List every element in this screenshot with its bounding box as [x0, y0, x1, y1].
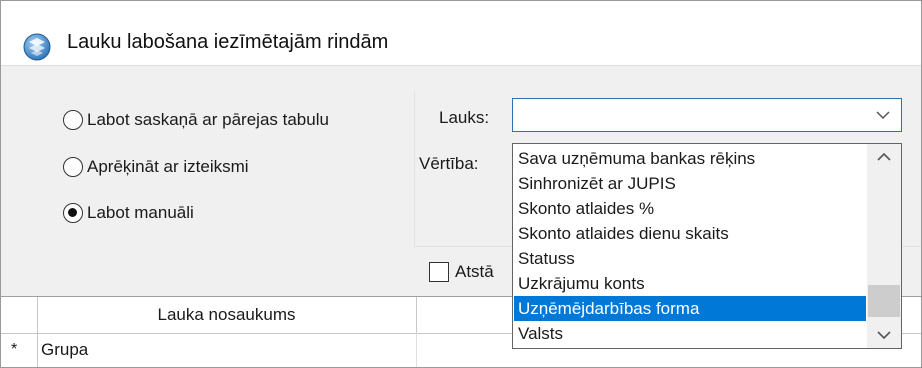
- scroll-up-arrow-icon[interactable]: [867, 144, 901, 170]
- app-globe-icon: [23, 33, 51, 61]
- field-combobox[interactable]: [512, 98, 902, 132]
- dialog-body: Labot saskaņā ar pārejas tabulu Aprēķinā…: [1, 65, 921, 367]
- radio-transition-table[interactable]: Labot saskaņā ar pārejas tabulu: [63, 107, 329, 133]
- radio-label: Labot manuāli: [87, 203, 194, 222]
- new-row-marker: *: [11, 341, 18, 358]
- dropdown-item[interactable]: Valsts: [514, 321, 866, 346]
- dropdown-item[interactable]: Skonto atlaides dienu skaits: [514, 221, 866, 246]
- radio-circle[interactable]: [63, 110, 83, 130]
- dropdown-scrollbar[interactable]: [867, 144, 901, 348]
- chevron-down-icon[interactable]: [873, 105, 893, 125]
- radio-label: Aprēķināt ar izteiksmi: [87, 157, 249, 176]
- title-bar: Lauku labošana iezīmētajām rindām: [1, 1, 921, 65]
- keep-checkbox[interactable]: [429, 262, 449, 282]
- dropdown-item[interactable]: Sinhronizēt ar JUPIS: [514, 171, 866, 196]
- radio-circle[interactable]: [63, 157, 83, 177]
- column-header-field-name[interactable]: Lauka nosaukums: [37, 297, 417, 333]
- dropdown-item-selected[interactable]: Uzņēmējdarbības forma: [514, 296, 866, 321]
- field-dropdown-list[interactable]: Sava uzņēmuma bankas rēķins Sinhronizēt …: [512, 143, 902, 349]
- dropdown-item[interactable]: Uzkrājumu konts: [514, 271, 866, 296]
- field-label: Lauks:: [439, 108, 490, 127]
- dropdown-item[interactable]: Statuss: [514, 246, 866, 271]
- scroll-down-arrow-icon[interactable]: [867, 322, 901, 348]
- keep-checkbox-label: Atstā: [455, 262, 494, 281]
- cell-field-name[interactable]: Grupa: [37, 333, 417, 367]
- radio-circle-checked[interactable]: [63, 203, 83, 223]
- radio-expression[interactable]: Aprēķināt ar izteiksmi: [63, 154, 249, 180]
- dropdown-item[interactable]: Sava uzņēmuma bankas rēķins: [514, 146, 866, 171]
- window-title: Lauku labošana iezīmētajām rindām: [67, 31, 389, 53]
- value-label: Vērtība:: [419, 154, 479, 173]
- dropdown-item[interactable]: Skonto atlaides %: [514, 196, 866, 221]
- radio-manual[interactable]: Labot manuāli: [63, 200, 194, 226]
- dialog-window: Lauku labošana iezīmētajām rindām Labot …: [0, 0, 922, 368]
- radio-label: Labot saskaņā ar pārejas tabulu: [87, 110, 329, 129]
- scroll-thumb[interactable]: [868, 285, 900, 317]
